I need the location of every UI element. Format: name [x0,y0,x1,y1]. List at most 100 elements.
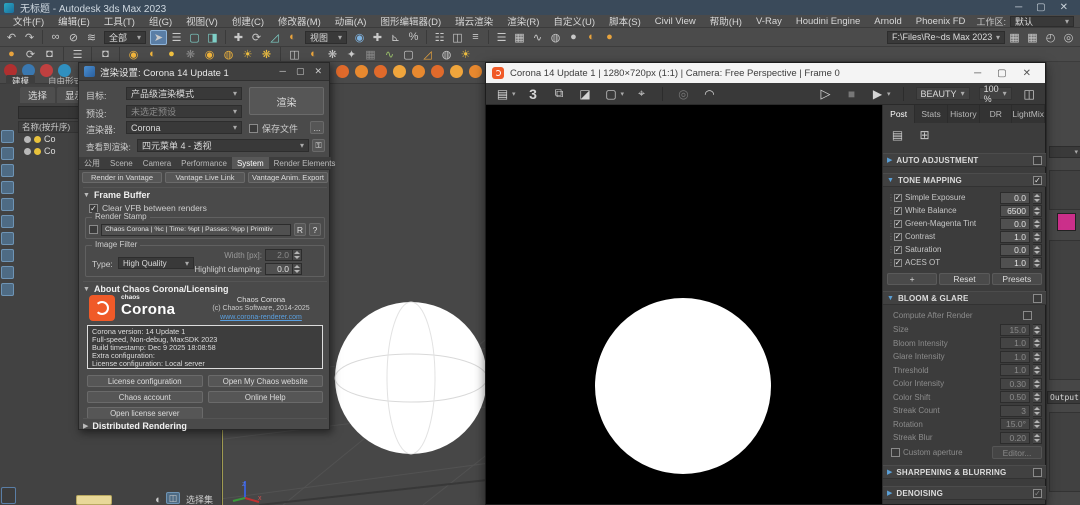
bloom-glare-section[interactable]: ▼ BLOOM & GLARE [883,291,1046,305]
corona-shelf-icon[interactable] [431,65,444,78]
lister-icon[interactable]: ☀ [457,47,474,62]
denoising-section[interactable]: ▶ DENOISING ✓ [883,486,1046,500]
project-folder-dropdown[interactable]: F:\Files\Re~ds Max 2023▾ [887,31,1005,44]
select-object-icon[interactable]: ➤ [150,30,167,45]
select-link-icon[interactable]: ∞ [47,30,64,45]
bloom-param-value[interactable]: 1.0 [1000,337,1030,349]
mirror-icon[interactable]: ◫ [449,30,466,45]
clear-image-icon[interactable]: ◪ [577,86,594,101]
explorer-tab[interactable]: 选择 [20,87,55,103]
license-button[interactable]: Open My Chaos website [208,375,324,387]
dialog-tab[interactable]: 公用 [79,157,105,169]
corona-proxy-icon[interactable]: ◐ [305,47,322,62]
display-toggle-icon[interactable]: ▦ [1024,30,1041,45]
save-file-browse-button[interactable]: ... [310,121,324,134]
target-dropdown[interactable]: 产品级渲染模式▾ [126,87,242,100]
explorer-filter-icon[interactable] [1,181,14,194]
render-setup-icon[interactable]: ● [565,30,582,45]
render-stamp-input[interactable]: Chaos Corona | %c | Time: %pt | Passes: … [101,224,291,236]
maximize-icon[interactable]: ▢ [296,66,305,77]
undo-icon[interactable]: ↶ [3,30,20,45]
placement-icon[interactable]: ◐ [284,30,301,45]
menu-item[interactable]: 图形编辑器(D) [373,14,448,28]
explorer-filter-icon[interactable] [1,283,14,296]
corona-ies-light-icon[interactable]: ◍ [220,47,237,62]
menu-item[interactable]: Civil View [648,16,703,27]
bloom-param-value[interactable]: 0.30 [1000,378,1030,390]
tone-mapping-checkbox[interactable]: ✓ [1033,176,1042,185]
spinner[interactable] [1033,324,1042,336]
menu-item[interactable]: 组(G) [142,14,179,28]
vfb-tab[interactable]: LightMix [1012,105,1045,123]
drag-handle-icon[interactable]: ⋮ [887,245,891,254]
corona-mesh-light-icon[interactable]: ❋ [182,47,199,62]
dialog-tab[interactable]: Scene [105,157,138,169]
bloom-param-value[interactable]: 15.0° [1000,418,1030,430]
tone-param-value[interactable]: 0.0 [1000,244,1030,256]
toggle-scene-explorer-icon[interactable]: ☰ [493,30,510,45]
color-swatch[interactable] [1057,213,1076,231]
selection-filter-dropdown[interactable]: 全部▾ [104,31,146,44]
window-crossing-icon[interactable]: ◨ [204,30,221,45]
status-icon[interactable]: ◐ [150,492,167,505]
menu-item[interactable]: 工具(T) [97,14,142,28]
dialog-tab[interactable]: Performance [176,157,232,169]
camera-create-icon[interactable]: ◘ [97,47,114,62]
pattern-icon[interactable]: ▦ [362,47,379,62]
vfb-tab[interactable]: DR [980,105,1012,123]
menu-item[interactable]: 瑞云渲染 [448,14,500,28]
corona-shelf-icon[interactable] [412,65,425,78]
minimize-icon[interactable]: ─ [280,66,286,77]
corona-shelf-icon[interactable] [355,65,368,78]
render-region-icon[interactable]: ▢ [603,86,620,101]
drag-handle-icon[interactable]: ⋮ [887,258,891,267]
auto-adjustment-section[interactable]: ▶ AUTO ADJUSTMENT [883,153,1046,167]
decal-icon[interactable]: ▢ [400,47,417,62]
corona-shelf-icon[interactable] [393,65,406,78]
spinner[interactable] [293,249,302,261]
dialog-tab[interactable]: Camera [138,157,176,169]
channel-dropdown[interactable]: BEAUTY▾ [916,87,970,100]
filter-type-dropdown[interactable]: High Quality▾ [118,257,194,269]
start-render-icon[interactable]: ▶ [869,86,886,101]
license-button[interactable]: Online Help [208,391,324,403]
use-center-icon[interactable]: ◉ [351,30,368,45]
scatter-icon[interactable]: ◫ [286,47,303,62]
corona-sphere-light-icon[interactable]: ● [163,47,180,62]
spinner[interactable] [1033,231,1042,243]
corona-teapot-icon[interactable]: ● [3,47,20,62]
spinner[interactable] [1033,192,1042,204]
corona-light-icon[interactable]: ◉ [125,47,142,62]
menu-item[interactable]: V-Ray [749,16,789,27]
dialog-tab[interactable]: System [232,157,269,169]
corona-volume-icon[interactable]: ❋ [324,47,341,62]
interactive-render-icon[interactable]: ◎ [675,86,692,101]
orbit-icon[interactable]: ⟳ [22,47,39,62]
vantage-button[interactable]: Vantage Live Link [165,172,245,183]
bloom-param-value[interactable]: 0.50 [1000,391,1030,403]
tone-param-value[interactable]: 6500 [1000,205,1030,217]
spinner[interactable] [1033,364,1042,376]
bloom-param-value[interactable]: 0.20 [1000,432,1030,444]
corona-sky-icon[interactable]: ❋ [258,47,275,62]
vantage-button[interactable]: Vantage Anim. Export [248,172,328,183]
select-scale-icon[interactable]: ◿ [266,30,283,45]
tone-button[interactable]: Presets [992,273,1042,285]
close-icon[interactable]: ✕ [1060,2,1068,13]
tone-param-checkbox[interactable]: ✓ [894,259,902,267]
spinner[interactable] [1033,244,1042,256]
workspace-selector[interactable]: 工作区: 默认▾ [976,15,1074,28]
corona-shelf-icon[interactable] [450,65,463,78]
distributed-rendering-rollout[interactable]: ▶ Distributed Rendering [83,418,327,431]
explorer-filter-icon[interactable] [1,266,14,279]
bloom-param-value[interactable]: 1.0 [1000,364,1030,376]
angle-snap-icon[interactable]: ⊾ [387,30,404,45]
menu-item[interactable]: 帮助(H) [703,14,749,28]
save-config-icon[interactable]: ▤ [889,127,906,142]
redo-icon[interactable]: ↷ [21,30,38,45]
maximize-icon[interactable]: ▢ [1036,2,1045,13]
spinner[interactable] [1033,257,1042,269]
spinner[interactable] [1033,405,1042,417]
filter-width-value[interactable]: 2.0 [265,249,293,261]
render-button[interactable]: 渲染 [249,87,324,115]
